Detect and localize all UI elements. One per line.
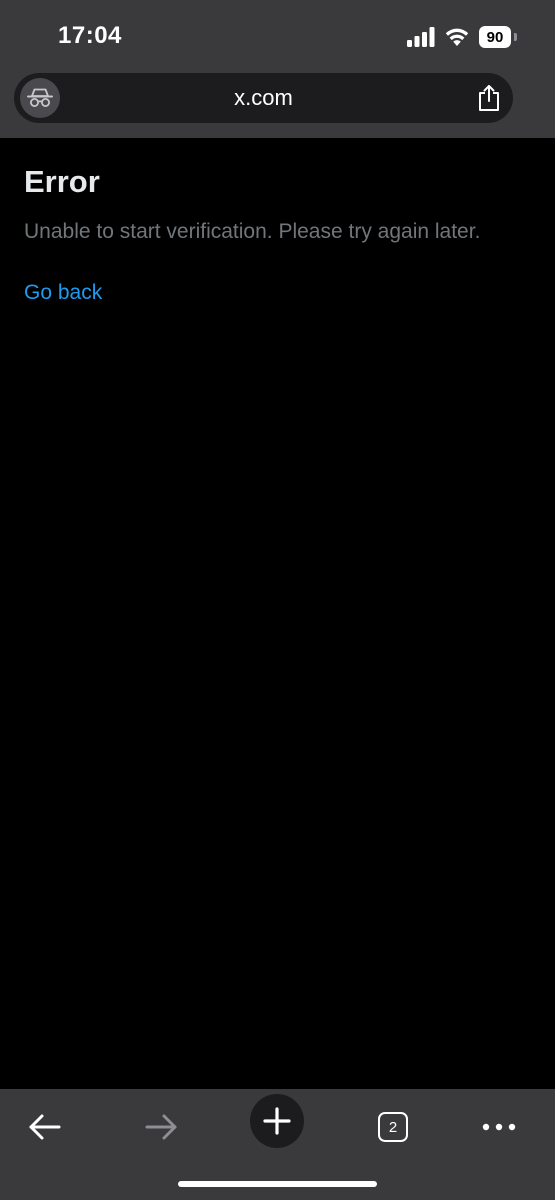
forward-arrow-icon: [145, 1114, 177, 1140]
tabs-button[interactable]: 2: [362, 1097, 424, 1157]
browser-screen: 17:04 90 x.com Error Unable to start ver…: [0, 0, 555, 1200]
home-indicator[interactable]: [178, 1181, 377, 1187]
new-tab-button[interactable]: [250, 1094, 304, 1148]
status-time: 17:04: [58, 22, 122, 49]
bottom-toolbar: 2: [0, 1089, 555, 1200]
status-indicators: 90: [407, 24, 517, 50]
url-text[interactable]: x.com: [14, 73, 513, 123]
cellular-signal-icon: [407, 27, 435, 47]
back-button[interactable]: [14, 1097, 76, 1157]
share-icon: [479, 85, 499, 111]
page-title: Error: [24, 164, 100, 199]
more-dots-icon: [482, 1123, 516, 1131]
page-content: Error Unable to start verification. Plea…: [0, 138, 555, 1089]
error-message: Unable to start verification. Please try…: [24, 220, 481, 243]
forward-button[interactable]: [130, 1097, 192, 1157]
share-button[interactable]: [473, 82, 505, 114]
battery-icon: 90: [479, 26, 517, 48]
tab-count: 2: [378, 1112, 408, 1142]
go-back-link[interactable]: Go back: [24, 281, 102, 305]
battery-cap: [514, 33, 517, 41]
wifi-icon: [445, 28, 469, 46]
address-bar[interactable]: x.com: [14, 73, 513, 123]
battery-level: 90: [479, 26, 511, 48]
top-chrome: 17:04 90 x.com: [0, 0, 555, 138]
back-arrow-icon: [29, 1114, 61, 1140]
more-menu-button[interactable]: [468, 1097, 530, 1157]
incognito-icon: [27, 88, 53, 107]
incognito-button[interactable]: [20, 78, 60, 118]
status-bar: 17:04 90: [0, 0, 555, 72]
plus-icon: [263, 1107, 291, 1135]
